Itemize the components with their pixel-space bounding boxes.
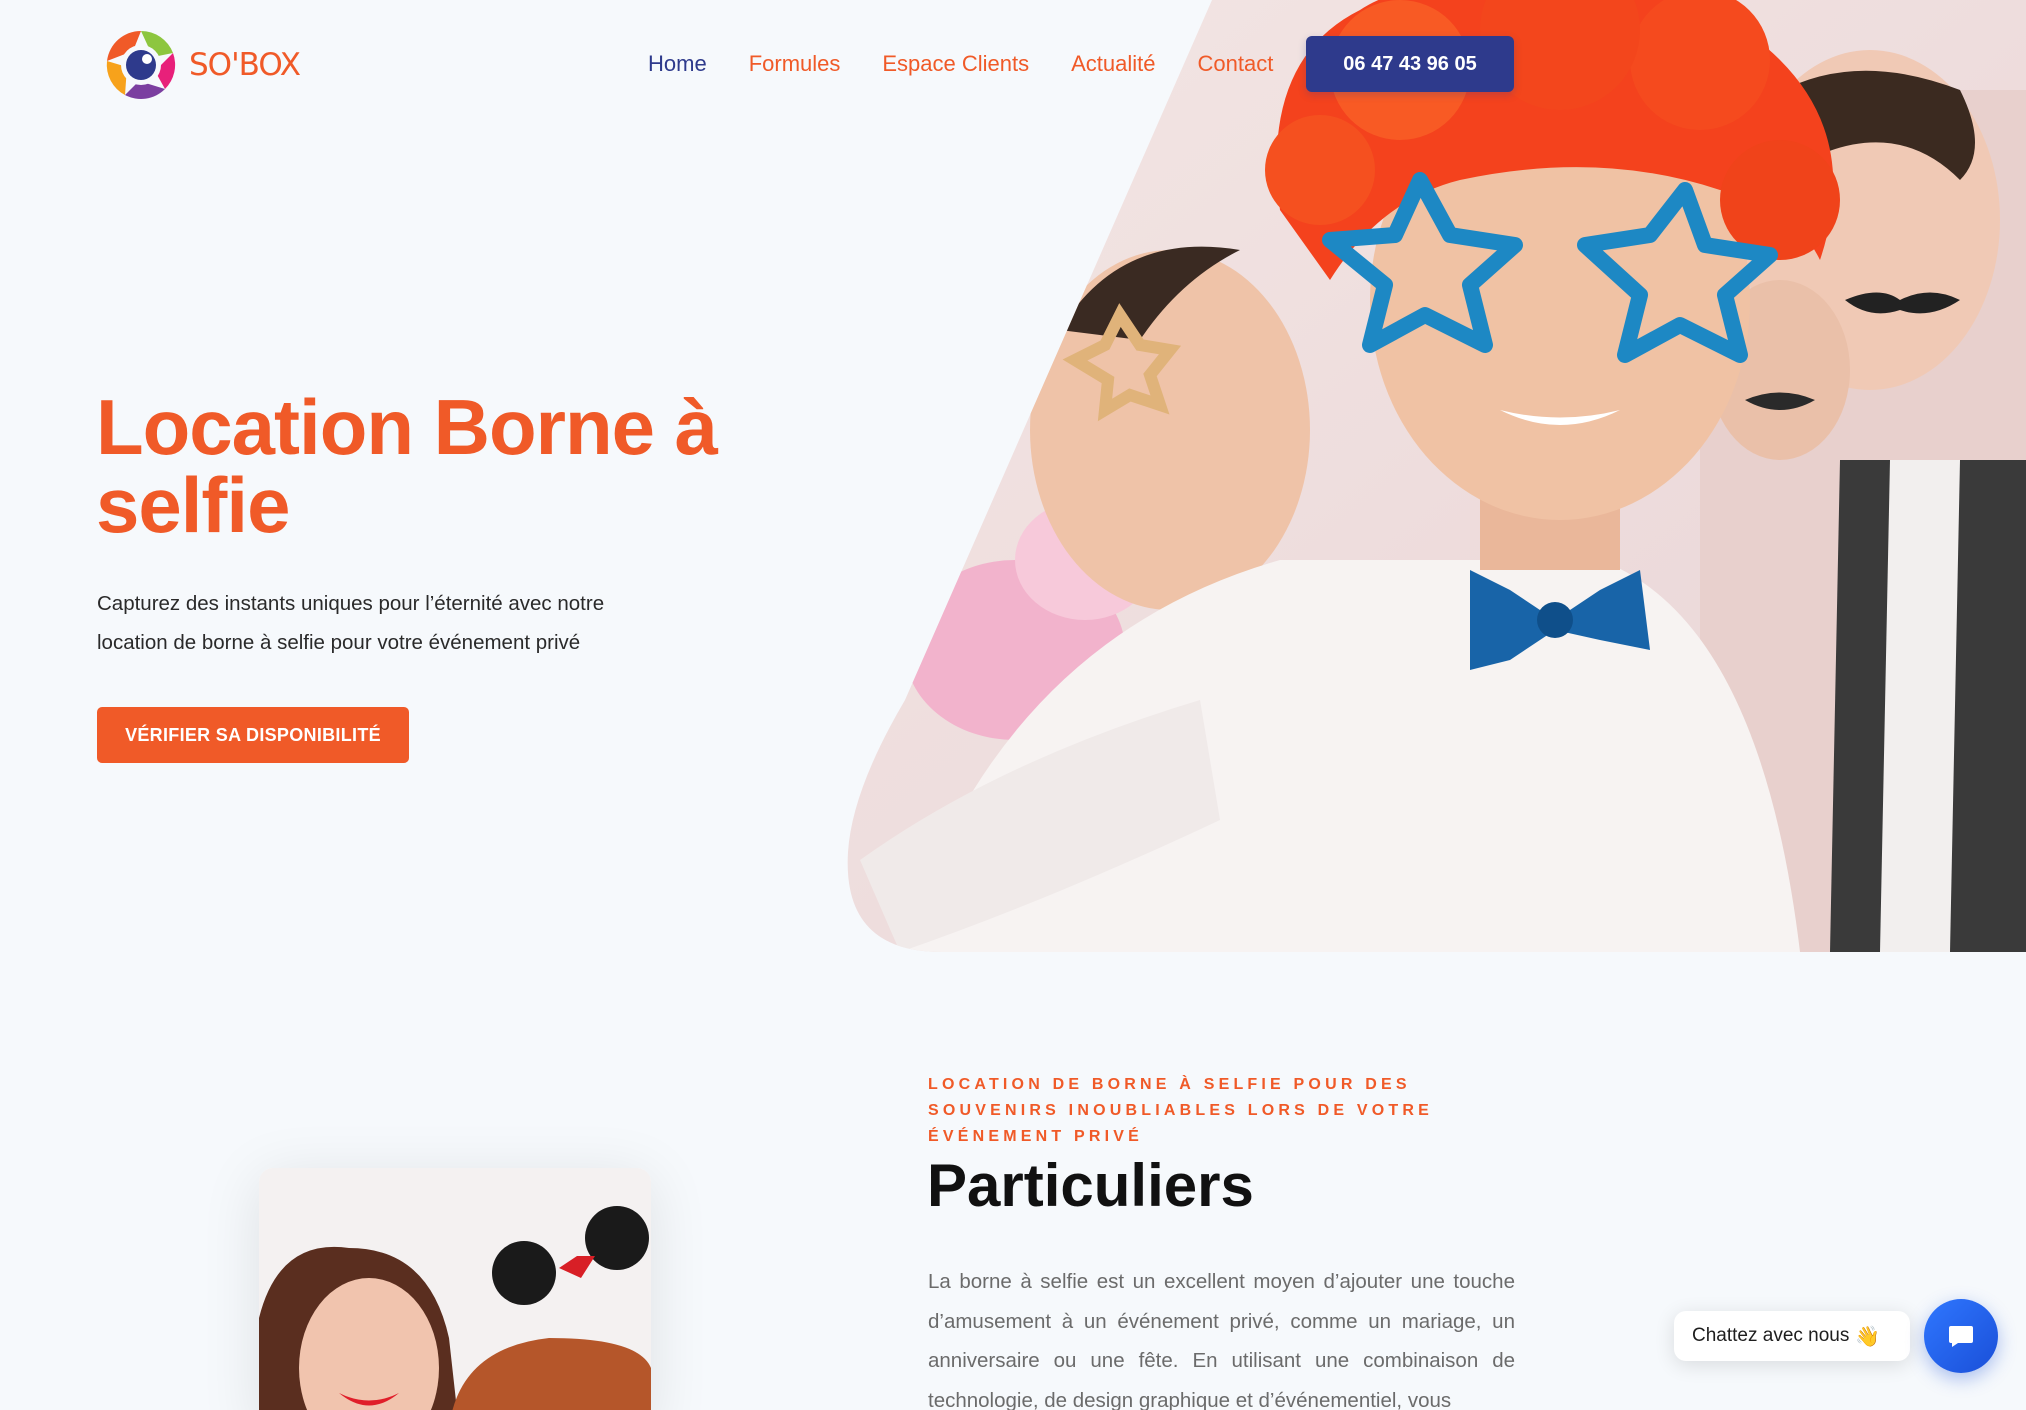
brand-logo[interactable]: SO'BOX [103,27,301,103]
camera-shutter-icon [106,30,176,99]
hero-description: Capturez des instants uniques pour l’éte… [97,592,605,654]
chat-icon [1949,1326,1973,1347]
phone-button[interactable]: 06 47 43 96 05 [1306,36,1514,92]
section-title: Particuliers [927,1152,1254,1219]
hero-title: Location Borne à selfie [96,383,718,549]
chat-launcher-button[interactable] [1924,1299,1998,1373]
nav-item-actualite[interactable]: Actualité [1071,50,1155,78]
nav-item-formules[interactable]: Formules [749,50,841,78]
page: SO'BOX Home Formules Espace Clients Actu… [0,0,2026,1410]
chat-prompt[interactable]: Chattez avec nous 👋 [1674,1311,1910,1361]
nav-item-home[interactable]: Home [648,50,707,78]
waving-hand-icon: 👋 [1855,1325,1881,1348]
brand-name: SO'BOX [189,47,301,83]
nav-item-contact[interactable]: Contact [1198,50,1274,78]
chat-label: Chattez avec nous [1692,1325,1850,1346]
section-eyebrow: LOCATION DE BORNE À SELFIE POUR DES SOUV… [928,1076,1434,1145]
nav-item-espace-clients[interactable]: Espace Clients [882,50,1029,78]
main-nav: Home Formules Espace Clients Actualité C… [648,50,1315,78]
section-description: La borne à selfie est un excellent moyen… [928,1270,1515,1410]
check-availability-button[interactable]: VÉRIFIER SA DISPONIBILITÉ [97,707,409,763]
party-photo [259,1168,651,1410]
